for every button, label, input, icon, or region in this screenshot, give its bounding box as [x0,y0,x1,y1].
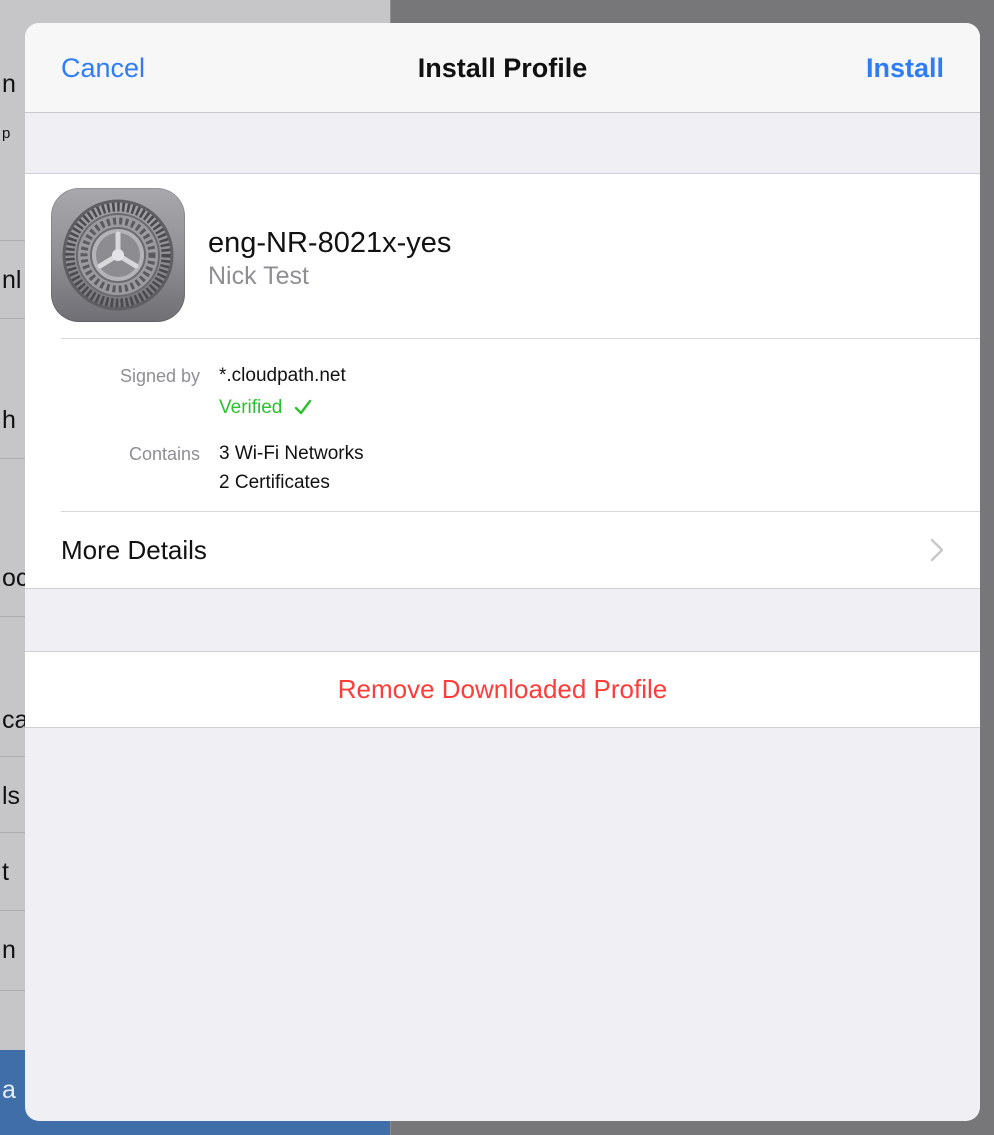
remove-profile-label: Remove Downloaded Profile [337,674,668,704]
background-peek-text: nl [2,266,22,294]
contains-label: Contains [128,444,200,464]
background-peek-text: ls [2,782,21,810]
background-peek-text: n [2,70,16,98]
navigation-bar: Cancel Install Profile Install [25,23,980,113]
install-button[interactable]: Install [866,51,944,85]
verified-status: Verified [219,397,312,419]
page-title: Install Profile [417,53,588,83]
background-peek-text: t [2,858,9,886]
profile-details: Signed by *.cloudpath.net Verified Conta… [25,339,980,511]
background-peek-text: n [2,936,16,964]
background-peek-text: p [2,125,11,142]
profile-header: eng-NR-8021x-yes Nick Test [25,174,980,338]
chevron-right-icon [930,538,944,562]
contains-value: 2 Certificates [219,472,330,493]
signed-by-label: Signed by [119,366,200,386]
contains-value: 3 Wi-Fi Networks [219,443,364,464]
checkmark-icon [295,399,312,415]
background-peek-text: h [2,406,16,434]
remove-profile-button[interactable]: Remove Downloaded Profile [25,651,980,728]
profile-organization: Nick Test [208,262,309,290]
profile-summary-card: eng-NR-8021x-yes Nick Test Signed by *.c… [25,173,980,589]
install-profile-sheet: Cancel Install Profile Install eng-NR-80… [25,23,980,1121]
settings-gear-icon [51,188,185,322]
more-details-label: More Details [61,535,207,565]
cancel-button[interactable]: Cancel [61,51,145,85]
profile-name: eng-NR-8021x-yes [208,227,452,259]
more-details-row[interactable]: More Details [25,512,980,588]
verified-label: Verified [219,397,283,418]
background-peek-text: a [2,1076,16,1104]
signed-by-value: *.cloudpath.net [219,365,346,386]
